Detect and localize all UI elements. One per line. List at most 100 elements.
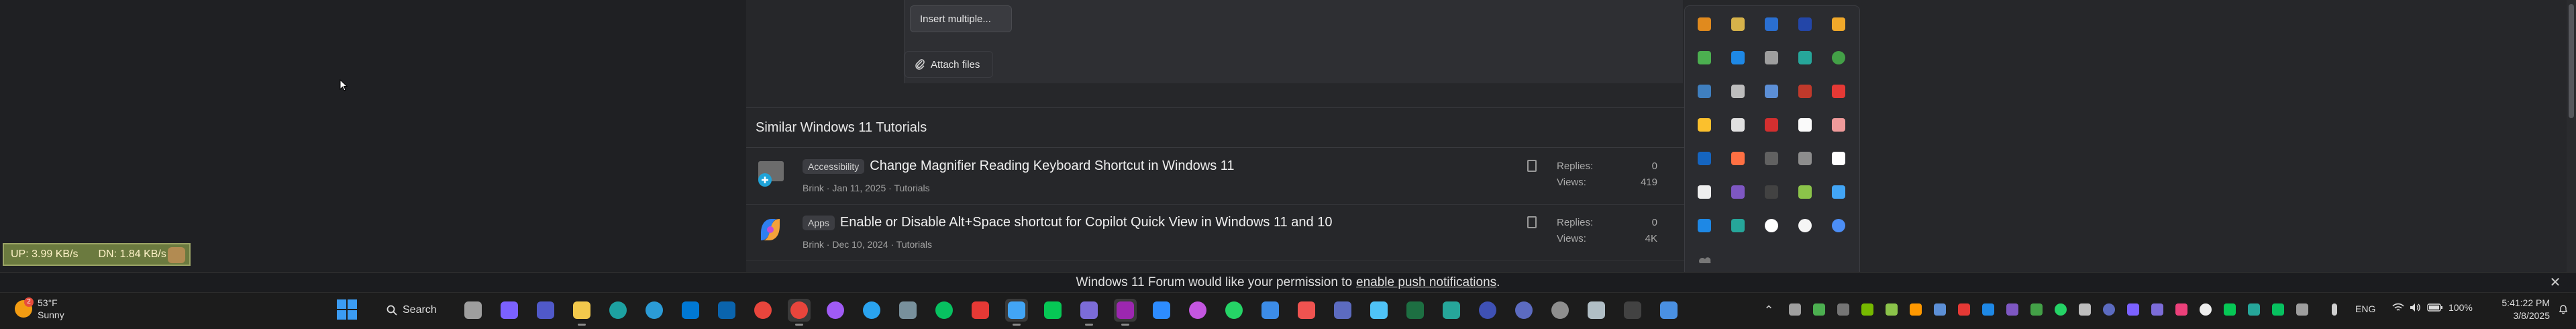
cloud-drive-icon[interactable] xyxy=(1005,299,1028,326)
cortana-icon[interactable] xyxy=(860,299,883,322)
line-icon[interactable] xyxy=(1041,299,1064,322)
t-app-icon[interactable] xyxy=(1828,48,1849,68)
chevron-up-icon[interactable]: ⌃ xyxy=(1759,301,1778,320)
calculator-icon[interactable] xyxy=(1331,299,1354,322)
discord-tray-icon[interactable] xyxy=(2150,302,2165,317)
map-app-icon[interactable] xyxy=(1728,216,1748,236)
d-app-icon[interactable] xyxy=(1795,14,1815,34)
file-explorer-icon[interactable] xyxy=(570,299,593,326)
attach-files-button[interactable]: Attach files xyxy=(905,51,993,78)
scrollbar-thumb[interactable] xyxy=(2569,4,2574,118)
green-monitor-icon[interactable] xyxy=(1694,48,1714,68)
chrome-icon[interactable] xyxy=(752,299,774,322)
image-tray-icon[interactable] xyxy=(2247,302,2261,317)
zoom-icon[interactable] xyxy=(1150,299,1173,322)
media-app-icon[interactable] xyxy=(1795,115,1815,135)
shield-icon[interactable] xyxy=(1694,148,1714,169)
usb-drive-icon[interactable] xyxy=(1761,48,1782,68)
keyboard-icon[interactable] xyxy=(1585,299,1608,322)
thread-title[interactable]: Enable or Disable Alt+Space shortcut for… xyxy=(840,215,1333,230)
category-tag[interactable]: Accessibility xyxy=(803,158,865,174)
notepad-icon[interactable] xyxy=(1368,299,1390,322)
dark-app-icon[interactable] xyxy=(1761,182,1782,202)
nvidia-icon[interactable] xyxy=(1860,302,1875,317)
colorful-app-icon[interactable] xyxy=(1694,115,1714,135)
cup-app-icon[interactable] xyxy=(1728,81,1748,101)
search-tool-icon[interactable] xyxy=(1694,14,1714,34)
net-speed-meter[interactable]: UP: 3.99 KB/s DN: 1.84 KB/s xyxy=(3,243,191,266)
red-tool-icon[interactable] xyxy=(1795,81,1815,101)
circle-app-icon[interactable] xyxy=(2102,302,2116,317)
wechat-icon[interactable] xyxy=(933,299,956,322)
cloud-tray-icon[interactable] xyxy=(2198,302,2213,317)
chat-app-icon[interactable] xyxy=(1761,216,1782,236)
orange-app-icon[interactable] xyxy=(1908,302,1923,317)
plus-app-icon[interactable] xyxy=(1795,216,1815,236)
edge-beta-icon[interactable] xyxy=(643,299,666,322)
red-app-icon[interactable] xyxy=(1761,115,1782,135)
taskbar-search[interactable]: Search xyxy=(380,298,439,322)
settings-icon[interactable] xyxy=(1549,299,1572,322)
monitor-graph-icon[interactable] xyxy=(1812,302,1826,317)
table-row[interactable]: Apps Enable or Disable Alt+Space shortcu… xyxy=(746,204,1686,261)
notification-bell-icon[interactable] xyxy=(2558,303,2569,314)
table-row[interactable]: Accessibility Change Magnifier Reading K… xyxy=(746,148,1686,205)
network-app-icon[interactable] xyxy=(1788,302,1802,317)
blue-window-icon[interactable] xyxy=(1694,216,1714,236)
teal-app-icon[interactable] xyxy=(1795,48,1815,68)
weather-widget[interactable]: 2 53°F Sunny xyxy=(15,297,64,321)
start-button[interactable] xyxy=(337,299,357,320)
whatsapp-icon[interactable] xyxy=(1223,299,1245,322)
grid-app-icon[interactable] xyxy=(1828,182,1849,202)
triangle-app-icon[interactable] xyxy=(1795,148,1815,169)
bluetooth-icon[interactable] xyxy=(1728,48,1748,68)
microphone-icon[interactable] xyxy=(2327,302,2342,317)
copilot-icon[interactable] xyxy=(498,299,521,322)
purple-app-icon[interactable] xyxy=(1114,299,1137,326)
assistant-icon[interactable] xyxy=(1512,299,1535,322)
s-app-icon[interactable] xyxy=(1828,81,1849,101)
whatsapp-tray-icon[interactable] xyxy=(2053,302,2068,317)
teams-icon[interactable] xyxy=(534,299,557,322)
fan-app-icon[interactable] xyxy=(1728,148,1748,169)
paint-icon[interactable] xyxy=(1440,299,1463,322)
screen-app-icon[interactable] xyxy=(1761,81,1782,101)
close-icon[interactable]: ✕ xyxy=(2548,275,2563,290)
mail-app-icon[interactable] xyxy=(1295,299,1318,322)
thread-title[interactable]: Change Magnifier Reading Keyboard Shortc… xyxy=(870,158,1234,174)
cloud-app-icon[interactable] xyxy=(1694,182,1714,202)
store-icon[interactable] xyxy=(679,299,702,322)
terminal-icon[interactable] xyxy=(1621,299,1644,322)
clock[interactable]: 5:41:22 PM 3/8/2025 xyxy=(2483,297,2550,322)
bluetooth-tray-icon[interactable] xyxy=(1981,302,1996,317)
chat-bubble-icon[interactable] xyxy=(1476,299,1499,322)
usb-tray-icon[interactable] xyxy=(2295,302,2310,317)
insert-multiple-button[interactable]: Insert multiple... xyxy=(910,5,1012,32)
edge-icon[interactable] xyxy=(607,299,629,322)
drive-icon[interactable] xyxy=(2005,302,2020,317)
messenger-alt-icon[interactable] xyxy=(1186,299,1209,322)
cloud-sync-icon[interactable] xyxy=(1697,254,1713,263)
chrome-active-icon[interactable] xyxy=(788,299,811,326)
monitor-app-icon[interactable] xyxy=(1694,81,1714,101)
input-language[interactable]: ENG xyxy=(2355,303,2375,314)
window-app-icon[interactable] xyxy=(969,299,992,322)
gpu-app-icon[interactable] xyxy=(1761,148,1782,169)
task-view-icon[interactable] xyxy=(462,299,484,322)
document-app-icon[interactable] xyxy=(1728,115,1748,135)
category-tag[interactable]: Apps xyxy=(803,215,835,230)
screen-tool-icon[interactable] xyxy=(1933,302,1947,317)
discord-icon[interactable] xyxy=(1078,299,1100,326)
notes-app-icon[interactable] xyxy=(1828,14,1849,34)
excel-icon[interactable] xyxy=(1404,299,1427,322)
messenger-icon[interactable] xyxy=(824,299,847,322)
wechat-tray-icon[interactable] xyxy=(2271,302,2285,317)
remote-desktop-icon[interactable] xyxy=(1657,299,1680,322)
window-tray-icon[interactable] xyxy=(2077,302,2092,317)
enable-push-notifications-link[interactable]: enable push notifications xyxy=(1356,275,1496,290)
green-app-icon[interactable] xyxy=(2029,302,2044,317)
device-manager-icon[interactable] xyxy=(896,299,919,322)
line-tray-icon[interactable] xyxy=(2222,302,2237,317)
pointer-app-icon[interactable] xyxy=(1828,148,1849,169)
blue-app-icon[interactable] xyxy=(1761,14,1782,34)
